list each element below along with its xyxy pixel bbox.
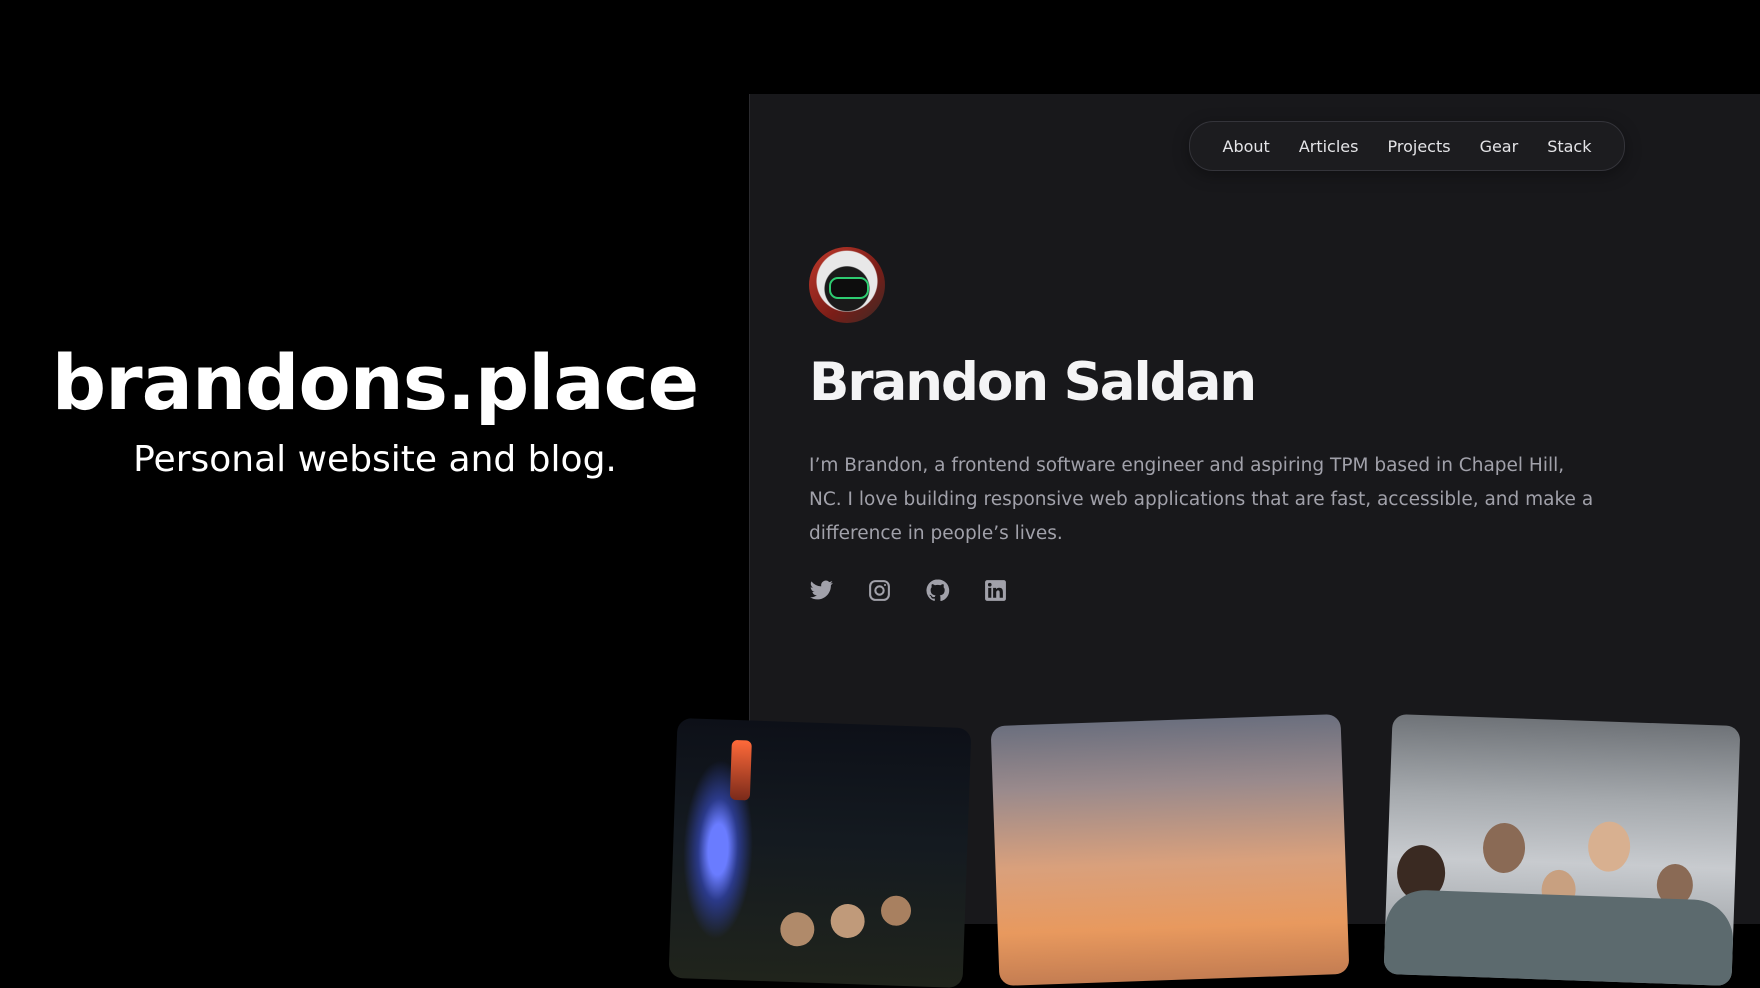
hero-section: brandons.place Personal website and blog… [0,0,750,924]
social-links [809,578,1008,603]
nav-item-gear[interactable]: Gear [1465,137,1533,156]
photo-sunset-clouds [990,713,1350,987]
photo-night-festival [668,717,972,988]
instagram-icon[interactable] [867,578,892,603]
nav-item-stack[interactable]: Stack [1533,137,1606,156]
site-tagline: Personal website and blog. [133,438,617,480]
avatar [809,247,885,323]
profile-name: Brandon Saldan [809,352,1257,413]
github-icon[interactable] [925,578,950,603]
nav-item-projects[interactable]: Projects [1373,137,1465,156]
site-title: brandons.place [51,337,699,427]
twitter-icon[interactable] [809,578,834,603]
linkedin-icon[interactable] [983,578,1008,603]
nav-item-articles[interactable]: Articles [1284,137,1373,156]
main-nav: About Articles Projects Gear Stack [1189,121,1625,171]
profile-bio: I’m Brandon, a frontend software enginee… [809,455,1594,544]
nav-item-about[interactable]: About [1208,137,1284,156]
photo-group-of-friends [1383,714,1741,986]
